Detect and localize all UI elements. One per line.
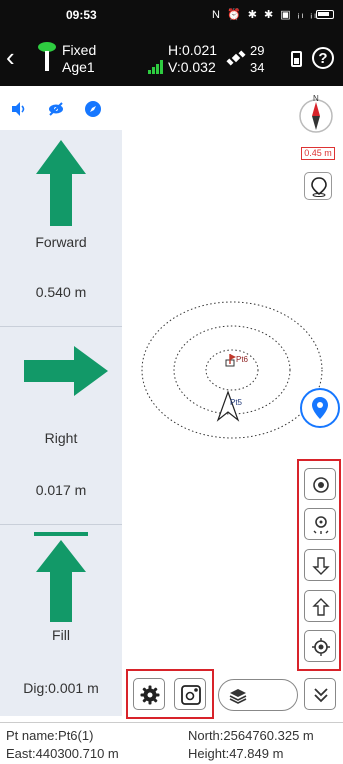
right-label: Right [44, 430, 78, 446]
forward-value: 0.540 m [35, 284, 87, 300]
fill-label: Fill [52, 627, 70, 643]
speaker-icon[interactable] [10, 100, 28, 118]
back-icon[interactable]: ‹ [6, 44, 15, 70]
collapse-button[interactable] [304, 678, 336, 710]
panel-divider [0, 524, 122, 525]
dig-value: Dig:0.001 m [23, 680, 99, 696]
right-arrow-icon [24, 346, 108, 396]
target-button[interactable] [304, 468, 336, 500]
precision-block: H:0.021 V:0.032 [168, 42, 217, 76]
forward-arrow-icon [36, 140, 86, 226]
arrow-up-icon [312, 598, 330, 616]
panel-divider [0, 326, 122, 327]
layers-button[interactable] [218, 679, 298, 711]
map-settings-icon [181, 685, 201, 705]
east-coordinate: East:440300.710 m [6, 746, 119, 761]
radar-icon [313, 516, 329, 534]
right-value: 0.017 m [35, 482, 87, 498]
rover-icon [38, 42, 56, 71]
compass-small-icon[interactable] [84, 100, 102, 118]
satellite-count: 29 34 [250, 42, 264, 76]
status-icons: N ⏰ ✱ ✱ ▣ ᵢₗ ᵢₗ [212, 9, 318, 21]
forward-label: Forward [35, 234, 87, 250]
fix-status-block: Fixed Age1 [62, 42, 96, 76]
v-precision: V:0.032 [168, 59, 216, 75]
center-button[interactable] [304, 630, 336, 662]
crosshair-icon [312, 638, 330, 656]
eye-off-icon[interactable] [47, 100, 65, 118]
height-coordinate: Height:47.849 m [188, 746, 284, 761]
help-icon[interactable]: ? [312, 47, 334, 69]
h-precision: H:0.021 [168, 42, 218, 58]
move-down-button[interactable] [304, 549, 336, 581]
app-header: ‹ Fixed Age1 H:0.021 V:0.032 29 34 ? [0, 30, 343, 86]
target-icon [313, 477, 329, 493]
sats-total: 34 [250, 60, 265, 75]
locate-button[interactable] [304, 172, 332, 200]
north-coordinate: North:2564760.325 m [188, 728, 314, 743]
move-up-button[interactable] [304, 590, 336, 622]
status-time: 09:53 [66, 8, 97, 22]
layers-icon [229, 689, 247, 704]
panel-toolbar [0, 86, 122, 130]
age: Age1 [62, 59, 95, 75]
current-point-label: Pt5 [230, 398, 243, 407]
fix-status: Fixed [62, 42, 97, 58]
location-pin-button[interactable] [300, 388, 340, 428]
chevron-double-down-icon [314, 688, 328, 703]
location-pin-icon [312, 397, 328, 419]
map-settings-button[interactable] [174, 678, 206, 710]
arrow-down-icon [312, 557, 330, 575]
radar-button[interactable] [304, 508, 336, 540]
fill-arrow-icon [34, 532, 88, 622]
compass-north-label: N [313, 94, 319, 103]
phone-battery-icon [316, 10, 334, 19]
status-bar: 09:53 N ⏰ ✱ ✱ ▣ ᵢₗ ᵢₗ [0, 0, 343, 30]
sats-used: 29 [250, 43, 265, 58]
locate-icon [311, 177, 327, 197]
point-name: Pt name:Pt6(1) [6, 728, 94, 743]
satellite-icon [226, 50, 246, 66]
target-point-label: Pt6 [236, 355, 249, 364]
signal-icon [148, 60, 164, 74]
gear-icon [140, 685, 160, 705]
point-info-footer: Pt name:Pt6(1) North:2564760.325 m East:… [0, 722, 343, 764]
settings-button[interactable] [133, 678, 165, 710]
map-scale: 0.45 m [301, 147, 335, 160]
device-battery-icon [291, 51, 302, 67]
